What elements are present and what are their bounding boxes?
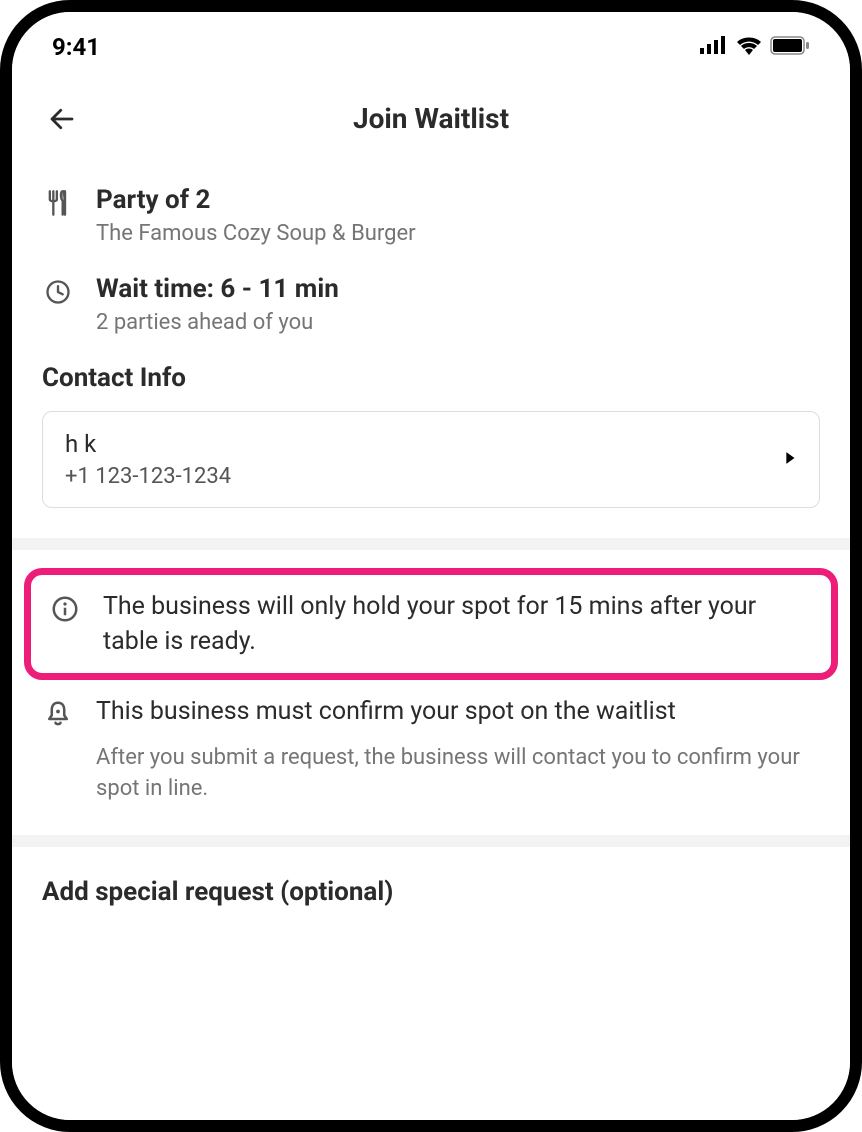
status-icons <box>700 36 810 59</box>
clock-icon <box>42 276 74 308</box>
confirm-notice-subtitle: After you submit a request, the business… <box>96 743 820 805</box>
hold-notice-text: The business will only hold your spot fo… <box>103 589 813 659</box>
contact-name: h k <box>65 430 231 458</box>
screen: 9:41 <box>12 12 850 1120</box>
contact-card[interactable]: h k +1 123-123-1234 <box>42 411 820 508</box>
content: Party of 2 The Famous Cozy Soup & Burger… <box>12 165 850 907</box>
party-size-label: Party of 2 <box>96 185 820 215</box>
wait-info-row: Wait time: 6 - 11 min 2 parties ahead of… <box>42 274 820 335</box>
hold-notice-highlight: The business will only hold your spot fo… <box>24 568 838 680</box>
confirm-notice-title: This business must confirm your spot on … <box>96 694 820 729</box>
status-bar: 9:41 <box>12 12 850 72</box>
contact-info-heading: Contact Info <box>42 363 820 393</box>
contact-phone: +1 123-123-1234 <box>65 464 231 489</box>
device-frame: 9:41 <box>0 0 862 1132</box>
back-button[interactable] <box>42 99 82 139</box>
parties-ahead-label: 2 parties ahead of you <box>96 310 820 335</box>
info-icon <box>49 593 81 625</box>
special-request-heading: Add special request (optional) <box>42 877 820 907</box>
confirm-notice-row: This business must confirm your spot on … <box>42 694 820 805</box>
caret-right-icon <box>785 450 797 469</box>
arrow-left-icon <box>47 104 77 134</box>
wifi-icon <box>736 36 762 59</box>
page-title: Join Waitlist <box>42 102 820 135</box>
party-info-row: Party of 2 The Famous Cozy Soup & Burger <box>42 185 820 246</box>
restaurant-name: The Famous Cozy Soup & Burger <box>96 221 820 246</box>
section-divider <box>12 835 850 847</box>
page-header: Join Waitlist <box>12 72 850 165</box>
section-divider <box>12 538 850 550</box>
bell-icon <box>42 698 74 730</box>
cellular-icon <box>700 36 728 58</box>
cutlery-icon <box>42 187 74 219</box>
status-time: 9:41 <box>52 33 100 61</box>
hold-notice-row: The business will only hold your spot fo… <box>49 589 813 659</box>
battery-icon <box>770 36 810 59</box>
wait-time-label: Wait time: 6 - 11 min <box>96 274 820 304</box>
